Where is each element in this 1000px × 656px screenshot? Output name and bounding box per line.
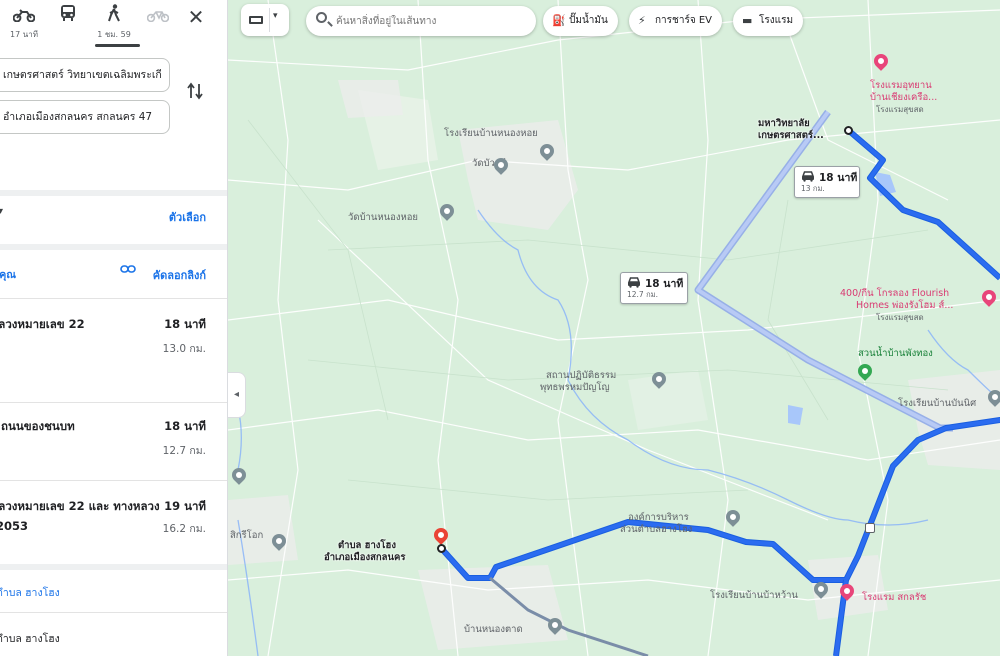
destination-field[interactable]: อำเภอเมืองสกลนคร สกลนคร 47 xyxy=(0,100,170,134)
section-divider xyxy=(0,244,227,250)
route-name: ผ่าน ถนนของชนบท xyxy=(0,419,75,433)
route-option-1[interactable]: ผ่าน ทางหลวงหมายเลข 22 18 นาที 13.0 กม. xyxy=(0,300,227,400)
mode-bicycle[interactable] xyxy=(138,4,178,44)
map-label-destination[interactable]: ตำบล ฮางโฮง xyxy=(338,540,396,551)
route-duration: 19 นาที xyxy=(164,499,206,513)
map-label-school[interactable]: โรงเรียนบ้านบันนิศ xyxy=(898,398,976,409)
route-distance: 13.0 กม. xyxy=(162,343,206,355)
route-name: ผ่าน ทางหลวงหมายเลข 22 xyxy=(0,317,85,331)
link-icon[interactable] xyxy=(120,263,136,278)
route-distance: 12.7 กม. xyxy=(627,290,658,299)
close-icon[interactable]: ✕ xyxy=(182,4,210,30)
chevron-down-icon[interactable]: ▾ xyxy=(0,206,3,217)
destination-marker[interactable] xyxy=(437,544,446,553)
travel-mode-bar: 17 นาที 1 ชม. 59 ✕ xyxy=(0,0,227,47)
map-label-hotel[interactable]: โรงแรมอุทยาน xyxy=(870,80,932,91)
options-link[interactable]: ตัวเลือก xyxy=(169,208,206,226)
mode-time: 17 นาที xyxy=(10,30,38,39)
map-label-park[interactable]: สวนน้ำบ้านพังทอง xyxy=(858,348,933,359)
map-label-practice[interactable]: สถานปฏิบัติธรรม xyxy=(546,370,616,381)
map-label-origin-2[interactable]: เกษตรศาสตร์... xyxy=(758,130,824,141)
gas-station-icon: ⛽ xyxy=(552,14,566,27)
map-label-temple[interactable]: วัดบ้านหนองหอย xyxy=(348,212,418,223)
map-label-destination-2[interactable]: อำเภอเมืองสกลนคร xyxy=(324,552,405,563)
step-destination-link[interactable]: ตำบล ฮางโฮง xyxy=(0,584,60,601)
map-label-office-2[interactable]: ส่วนตำบลฮางโฮง xyxy=(620,524,692,535)
origin-marker[interactable] xyxy=(844,126,853,135)
layers-icon xyxy=(249,16,263,24)
route-name: ผ่าน ทางหลวงหมายเลข 22 และ ทางหลวง xyxy=(0,499,160,513)
map-label-flourish[interactable]: 400/กีน โกรลอง Flourish xyxy=(840,288,949,299)
mode-transit[interactable] xyxy=(48,4,88,44)
layers-separator xyxy=(269,8,270,32)
map-label-hotel-sakon[interactable]: โรงแรม สกลรัช xyxy=(862,592,926,603)
map-label-school[interactable]: โรงเรียนบ้านบ้าหว้าน xyxy=(710,590,798,601)
map-canvas[interactable]: โรงเรียนบ้านหนองหอย วัดบัวศรี วัดบ้านหนอ… xyxy=(228,0,1000,656)
map-label-origin[interactable]: มหาวิทยาลัย xyxy=(758,118,810,129)
step-divider xyxy=(0,612,227,613)
route-time-box[interactable]: 18 นาที 13 กม. xyxy=(794,166,860,198)
map-label-village: สิกรีโอก xyxy=(230,530,264,541)
route-distance: 16.2 กม. xyxy=(162,523,206,535)
route-duration: 18 นาที xyxy=(164,317,206,331)
origin-field[interactable]: เกษตรศาสตร์ วิทยาเขตเฉลิมพระเกี xyxy=(0,58,170,92)
ev-charging-icon: ⚡ xyxy=(638,14,646,27)
search-icon xyxy=(316,12,327,23)
route-search-box[interactable] xyxy=(306,6,536,36)
chip-label: ปั๊มน้ำมัน xyxy=(569,15,608,26)
section-divider xyxy=(0,190,227,196)
hotel-icon: ▬ xyxy=(742,14,753,27)
chevron-down-icon[interactable]: ▾ xyxy=(273,11,278,21)
chip-label: การชาร์จ EV xyxy=(655,15,713,26)
directions-panel: 17 นาที 1 ชม. 59 ✕ เกษตรศาสตร์ วิทยาเขตเ… xyxy=(0,0,228,656)
route-time-box[interactable]: 18 นาที 12.7 กม. xyxy=(620,272,688,304)
options-row: ▾ ตัวเลือก xyxy=(0,200,227,232)
map-label-flourish-2[interactable]: Homes พ่องรังโฮม ส์... xyxy=(856,300,953,311)
selected-mode-indicator xyxy=(95,44,140,47)
chip-gas-stations[interactable]: ⛽ ปั๊มน้ำมัน xyxy=(543,6,618,36)
section-divider xyxy=(0,564,227,570)
route-distance: 13 กม. xyxy=(801,184,825,193)
route-search-input[interactable] xyxy=(336,11,526,31)
bicycle-icon xyxy=(138,4,178,30)
map-label-office[interactable]: องค์การบริหาร xyxy=(628,512,689,523)
highway-shield-icon xyxy=(865,523,875,533)
step-destination-text: ตำบล ฮางโฮง xyxy=(0,633,60,645)
route-divider xyxy=(0,402,227,403)
chip-ev-charging[interactable]: ⚡ การชาร์จ EV xyxy=(629,6,723,36)
chip-hotels[interactable]: ▬ โรงแรม xyxy=(733,6,804,36)
map-label-practice-2[interactable]: พุทธพรหมปัญโญ xyxy=(540,382,610,393)
route-name-line2: 2053 xyxy=(0,519,29,533)
route-distance: 12.7 กม. xyxy=(162,445,206,457)
chip-label: โรงแรม xyxy=(759,15,794,26)
collapse-panel-button[interactable]: ◂ xyxy=(228,372,246,418)
copy-link-button[interactable]: คัดลอกลิงก์ xyxy=(153,266,206,284)
route-divider xyxy=(0,480,227,481)
route-option-3[interactable]: ผ่าน ทางหลวงหมายเลข 22 และ ทางหลวง 2053 … xyxy=(0,482,227,562)
route-divider xyxy=(0,298,227,299)
mode-walking[interactable]: 1 ชม. 59 xyxy=(94,4,134,44)
map-label-hotel-3: โรงแรมสุขสด xyxy=(876,105,924,114)
transit-icon xyxy=(48,4,88,30)
map-label-village: บ้านหนองตาด xyxy=(464,624,523,635)
map-label-school[interactable]: โรงเรียนบ้านหนองหอย xyxy=(444,128,538,139)
layers-button[interactable]: ▾ xyxy=(241,4,289,36)
send-to-phone-link[interactable]: ส่งเส้นทางไปยังโทรศัพท์ของคุณ xyxy=(0,266,16,283)
mode-motorcycle[interactable]: 17 นาที xyxy=(4,4,44,44)
map-label-hotel-2[interactable]: บ้านเชียงเครือ... xyxy=(870,92,937,103)
route-option-2[interactable]: ผ่าน ถนนของชนบท 18 นาที 12.7 กม. xyxy=(0,404,227,478)
mode-time: 1 ชม. 59 xyxy=(97,30,131,39)
motorcycle-icon xyxy=(4,4,44,30)
send-to-phone-row: ส่งเส้นทางไปยังโทรศัพท์ของคุณ คัดลอกลิงก… xyxy=(0,258,227,288)
swap-icon[interactable] xyxy=(184,82,206,104)
route-duration: 18 นาที xyxy=(164,419,206,433)
map-label-flourish-3: โรงแรมสุขสด xyxy=(876,313,924,322)
walking-icon xyxy=(94,4,134,30)
